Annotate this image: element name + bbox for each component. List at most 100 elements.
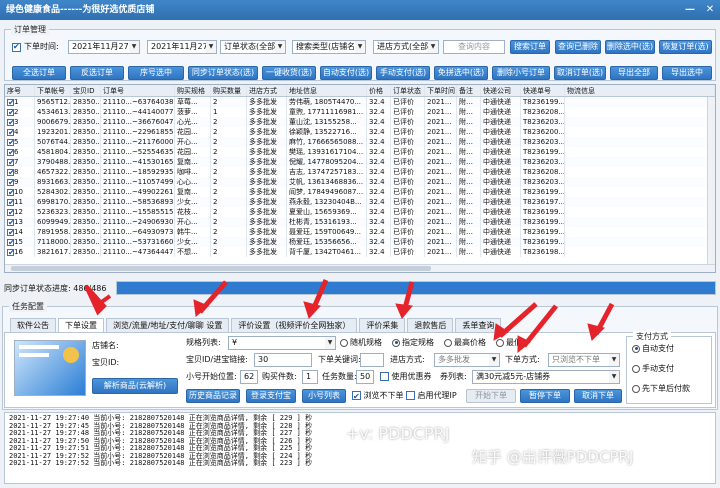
column-header[interactable]: 购买规格 <box>175 85 211 96</box>
table-row[interactable]: 13 6099949...28350...21110...~24906930...… <box>5 217 715 227</box>
row-checkbox[interactable] <box>7 178 15 187</box>
column-header[interactable]: 进店方式 <box>247 85 287 96</box>
row-checkbox[interactable] <box>7 228 15 237</box>
export-selected-button[interactable]: 导出选中 <box>662 66 712 80</box>
auto-pay-button[interactable]: 自动支付(选) <box>320 66 372 80</box>
table-row[interactable]: 24534613...28350...21110...~44140077...菠… <box>5 107 715 117</box>
column-header[interactable]: 备注 <box>457 85 481 96</box>
table-row[interactable]: 15 7118000...28350...21110...~53731660...… <box>5 237 715 247</box>
lowest-price-radio[interactable] <box>496 338 504 347</box>
entry-mode-select[interactable]: 进店方式(全部 ▼ <box>373 40 439 54</box>
table-row[interactable]: 41923201...28350...21110...~22961855...花… <box>5 127 715 137</box>
column-header[interactable]: 订单号 <box>101 85 175 96</box>
config-tab[interactable]: 浏览/流量/地址/支付/聊聊 设置 <box>106 318 230 332</box>
invert-select-button[interactable]: 反选订单 <box>70 66 124 80</box>
row-checkbox[interactable] <box>7 248 15 257</box>
row-checkbox[interactable] <box>7 238 15 247</box>
start-order-button[interactable]: 开始下单 <box>466 389 516 403</box>
scrollbar-thumb[interactable] <box>11 266 431 271</box>
delete-trumpet-orders-button[interactable]: 删除小号订单 <box>492 66 550 80</box>
browse-only-checkbox[interactable] <box>352 390 361 404</box>
row-checkbox[interactable] <box>7 188 15 197</box>
config-tab[interactable]: 评价设置（视频评价全网独家） <box>231 318 358 332</box>
table-row[interactable]: 11 6998170...28350...21110...~58536893...… <box>5 197 715 207</box>
column-header[interactable]: 购买数量 <box>211 85 247 96</box>
index-select-button[interactable]: 序号选中 <box>128 66 184 80</box>
config-tab[interactable]: 下单设置 <box>58 318 104 332</box>
date-from-picker[interactable]: 2021年11月27日 ▼ <box>68 40 140 54</box>
buy-count-input[interactable]: 1 <box>302 370 318 384</box>
task-count-input[interactable]: 50 <box>356 370 374 384</box>
confirm-receipt-button[interactable]: 一键收货(选) <box>262 66 316 80</box>
sync-status-button[interactable]: 同步订单状态(选) <box>188 66 258 80</box>
delete-selected-button[interactable]: 删除选中(选) <box>605 40 655 54</box>
start-position-input[interactable]: 62 <box>240 370 258 384</box>
order-status-select[interactable]: 订单状态(全部 ▼ <box>220 40 286 54</box>
search-orders-button[interactable]: 搜索订单 <box>510 40 550 54</box>
table-row[interactable]: 14 7891958...28350...21110...~64930973...… <box>5 227 715 237</box>
manual-pay-button[interactable]: 手动支付(选) <box>376 66 430 80</box>
column-header[interactable]: 地址信息 <box>287 85 367 96</box>
row-checkbox[interactable] <box>7 98 15 107</box>
row-checkbox[interactable] <box>7 148 15 157</box>
manual-pay-radio[interactable] <box>632 364 640 373</box>
cancel-order-button[interactable]: 取消下单 <box>574 389 622 403</box>
order-mode-dropdown[interactable]: 只浏览不下单 ▼ <box>548 353 620 367</box>
vertical-scrollbar[interactable] <box>707 97 715 266</box>
table-row[interactable]: 84657322...28350...21110...~18592935...咖… <box>5 167 715 177</box>
use-coupon-checkbox[interactable] <box>380 372 389 381</box>
highest-price-radio[interactable] <box>444 338 452 347</box>
item-id-input[interactable]: 30 <box>254 353 312 367</box>
proxy-ip-checkbox[interactable] <box>406 391 415 400</box>
row-checkbox[interactable] <box>7 108 15 117</box>
login-alipay-button[interactable]: 登录支付宝 <box>246 389 296 403</box>
column-header[interactable]: 订单状态 <box>391 85 425 96</box>
column-header[interactable]: 物流信息 <box>565 85 715 96</box>
row-checkbox[interactable] <box>7 118 15 127</box>
column-header[interactable]: 下单时间 <box>425 85 457 96</box>
parse-product-button[interactable]: 解析商品(云解析) <box>92 378 178 394</box>
row-checkbox[interactable] <box>7 218 15 227</box>
row-checkbox[interactable] <box>7 168 15 177</box>
free-group-button[interactable]: 免拼选中(选) <box>434 66 488 80</box>
auto-pay-radio[interactable] <box>632 344 640 353</box>
history-products-button[interactable]: 历史商品记录 <box>186 389 240 403</box>
config-tab[interactable]: 软件公告 <box>10 318 56 332</box>
query-deleted-button[interactable]: 查询已删除 <box>555 40 601 54</box>
search-type-select[interactable]: 搜索类型(店铺名 ▼ <box>292 40 366 54</box>
order-first-pay-later-radio[interactable] <box>632 384 640 393</box>
restore-orders-button[interactable]: 恢复订单(选) <box>659 40 712 54</box>
export-all-button[interactable]: 导出全部 <box>610 66 658 80</box>
spec-list-select[interactable]: ¥ ▼ <box>228 336 336 350</box>
trumpet-list-button[interactable]: 小号列表 <box>302 389 346 403</box>
column-header[interactable]: 下单帐号 <box>35 85 71 96</box>
row-checkbox[interactable] <box>7 138 15 147</box>
order-time-checkbox[interactable] <box>12 42 21 52</box>
random-spec-radio[interactable] <box>340 338 348 347</box>
specific-spec-radio[interactable] <box>392 338 400 347</box>
cancel-orders-button[interactable]: 取消订单(选) <box>554 66 606 80</box>
select-all-button[interactable]: 全选订单 <box>12 66 66 80</box>
table-row[interactable]: 64581804...28350...21110...~52554635...花… <box>5 147 715 157</box>
table-row[interactable]: 39006679...28350...21110...~36676047...心… <box>5 117 715 127</box>
minimize-icon[interactable]: — <box>680 0 700 20</box>
table-row[interactable]: 73790488...28350...21110...~41530165...复… <box>5 157 715 167</box>
table-row[interactable]: 12 5236323...28350...21110...~15585515...… <box>5 207 715 217</box>
column-header[interactable]: 快递单号 <box>521 85 565 96</box>
column-header[interactable]: 序号 <box>5 85 35 96</box>
config-tab[interactable]: 评价采集 <box>359 318 406 332</box>
row-checkbox[interactable] <box>7 208 15 217</box>
coupon-list-dropdown[interactable]: 满30元减5元-店铺券 ▼ <box>472 370 620 384</box>
table-row[interactable]: 19565T12...28350...21110...~63764038...草… <box>5 97 715 107</box>
keyword-input[interactable] <box>360 353 384 367</box>
column-header[interactable]: 快递公司 <box>481 85 521 96</box>
horizontal-scrollbar[interactable] <box>5 264 715 272</box>
column-header[interactable]: 价格 <box>367 85 391 96</box>
table-row[interactable]: 55076T44...28350...21110...~21176000...开… <box>5 137 715 147</box>
table-row[interactable]: 98931663...28350...21110...~11057499...心… <box>5 177 715 187</box>
row-checkbox[interactable] <box>7 158 15 167</box>
row-checkbox[interactable] <box>7 128 15 137</box>
config-tab[interactable]: 丢单查询 <box>455 318 502 332</box>
config-tab[interactable]: 退款售后 <box>407 318 454 332</box>
close-icon[interactable]: ✕ <box>700 0 720 20</box>
